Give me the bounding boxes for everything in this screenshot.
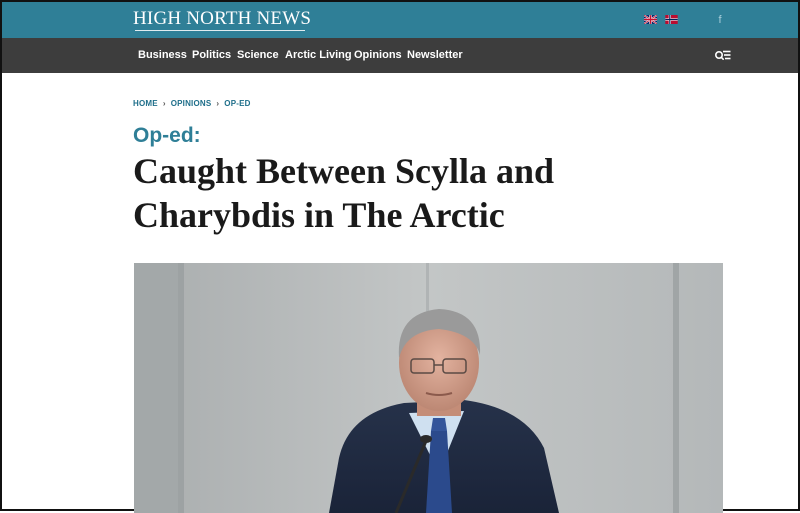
- search-menu-icon[interactable]: [714, 48, 731, 63]
- breadcrumb-opinions[interactable]: OPINIONS: [171, 99, 212, 108]
- top-header-bar: HIGH NORTH NEWS f: [2, 2, 798, 38]
- breadcrumb-op-ed[interactable]: OP-ED: [224, 99, 250, 108]
- nav-item-arctic-living[interactable]: Arctic Living: [285, 48, 352, 62]
- hero-photo: [134, 263, 723, 513]
- breadcrumb-separator: ›: [162, 99, 166, 108]
- norway-flag-icon[interactable]: [665, 15, 678, 24]
- breadcrumb: HOME › OPINIONS › OP-ED: [133, 98, 251, 110]
- article-kicker: Op-ed:: [133, 124, 201, 147]
- hero-image: [134, 263, 723, 513]
- nav-item-politics[interactable]: Politics: [192, 48, 231, 62]
- facebook-icon[interactable]: f: [715, 13, 725, 27]
- nav-item-science[interactable]: Science: [237, 48, 279, 62]
- breadcrumb-home[interactable]: HOME: [133, 99, 158, 108]
- main-navigation: Business Politics Science Arctic Living …: [2, 38, 798, 73]
- breadcrumb-separator: ›: [216, 99, 220, 108]
- nav-item-business[interactable]: Business: [138, 48, 187, 62]
- logo-underline: [135, 30, 305, 31]
- uk-flag-icon[interactable]: [644, 15, 657, 24]
- nav-item-opinions[interactable]: Opinions: [354, 48, 402, 62]
- site-logo[interactable]: HIGH NORTH NEWS: [133, 9, 311, 29]
- article-title: Caught Between Scylla and Charybdis in T…: [133, 151, 555, 235]
- nav-item-newsletter[interactable]: Newsletter: [407, 48, 463, 62]
